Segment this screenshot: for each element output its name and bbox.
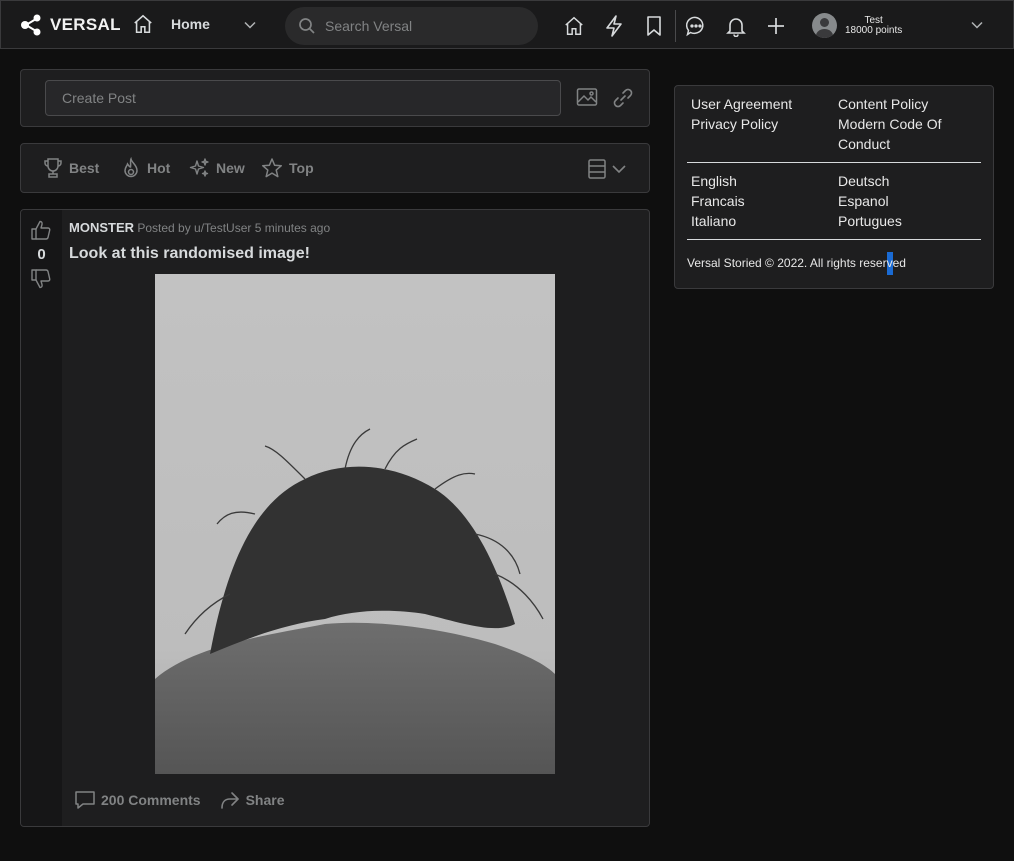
image-icon[interactable] <box>576 87 598 107</box>
privacy-policy-link[interactable]: Privacy Policy <box>691 114 778 134</box>
share-icon <box>219 790 241 810</box>
home-label: Home <box>171 16 210 32</box>
create-post-input[interactable] <box>45 80 561 116</box>
comments-label: 200 Comments <box>101 792 201 808</box>
user-menu[interactable]: Test 18000 points <box>812 13 902 38</box>
avatar <box>812 13 837 38</box>
language-francais[interactable]: Francais <box>691 191 745 211</box>
bookmark-icon[interactable] <box>642 14 666 38</box>
post-community[interactable]: MONSTER <box>69 220 134 235</box>
language-espanol[interactable]: Espanol <box>838 191 889 211</box>
card-layout-icon <box>587 158 607 180</box>
post-image[interactable] <box>155 274 555 774</box>
search-bar[interactable] <box>285 7 538 45</box>
trophy-icon <box>43 157 63 179</box>
post-card: 0 MONSTER Posted by u/TestUser 5 minutes… <box>20 209 650 827</box>
sidebar-divider <box>687 239 981 240</box>
search-icon <box>298 17 316 35</box>
user-agreement-link[interactable]: User Agreement <box>691 94 792 114</box>
comments-button[interactable]: 200 Comments <box>74 790 201 810</box>
search-input[interactable] <box>325 18 525 34</box>
sort-new-label: New <box>216 160 245 176</box>
top-header: VERSAL Home Search Versal Test 18000 poi… <box>0 0 1014 49</box>
sort-hot-label: Hot <box>147 160 171 176</box>
sort-bar: Best Hot New Top <box>20 143 650 193</box>
language-deutsch[interactable]: Deutsch <box>838 171 889 191</box>
lightning-icon[interactable] <box>602 14 626 38</box>
chevron-down-icon <box>243 18 257 32</box>
user-name: Test <box>864 14 883 26</box>
comment-icon <box>74 790 96 810</box>
copyright-text: Versal Storied © 2022. All rights reserv… <box>687 256 906 270</box>
versal-logo-icon <box>20 14 44 36</box>
sort-new[interactable]: New <box>188 157 245 179</box>
modern-code-link[interactable]: Modern Code Of <box>838 114 942 134</box>
sort-hot[interactable]: Hot <box>121 157 170 179</box>
language-italiano[interactable]: Italiano <box>691 211 736 231</box>
vote-count: 0 <box>37 246 46 263</box>
home-icon <box>132 13 154 35</box>
share-label: Share <box>245 792 285 808</box>
bell-icon[interactable] <box>724 14 748 38</box>
create-post-card <box>20 69 650 127</box>
sort-best[interactable]: Best <box>43 157 99 179</box>
layout-dropdown[interactable] <box>587 158 627 180</box>
sidebar-card: User Agreement Content Policy Privacy Po… <box>674 85 994 289</box>
modern-code-link-cont[interactable]: Conduct <box>838 134 890 154</box>
post-time: 5 minutes ago <box>254 221 331 235</box>
logo-text: VERSAL <box>50 15 121 34</box>
sort-top-label: Top <box>289 160 314 176</box>
post-author[interactable]: Posted by u/TestUser <box>137 221 251 235</box>
sort-top[interactable]: Top <box>261 157 314 179</box>
plus-icon[interactable] <box>764 14 788 38</box>
home-dropdown[interactable]: Home <box>132 13 256 35</box>
post-meta: MONSTER Posted by u/TestUser 5 minutes a… <box>69 220 330 235</box>
language-english[interactable]: English <box>691 171 737 191</box>
chevron-down-icon[interactable] <box>970 18 984 32</box>
vote-column: 0 <box>21 210 62 826</box>
home-icon[interactable] <box>562 14 586 38</box>
star-icon <box>261 157 283 179</box>
post-actions: 200 Comments Share <box>74 790 303 810</box>
sparkle-icon <box>188 157 210 179</box>
post-title[interactable]: Look at this randomised image! <box>69 245 310 263</box>
sidebar-divider <box>687 162 981 163</box>
flame-icon <box>121 157 141 179</box>
header-divider <box>675 10 676 42</box>
chat-icon[interactable] <box>684 14 708 38</box>
chevron-down-icon <box>611 162 627 176</box>
thumbs-down-icon[interactable] <box>30 268 52 290</box>
thumbs-up-icon[interactable] <box>30 219 52 241</box>
share-button[interactable]: Share <box>219 790 285 810</box>
link-icon[interactable] <box>612 87 634 109</box>
user-points: 18000 points <box>845 24 903 36</box>
sort-best-label: Best <box>69 160 100 176</box>
content-policy-link[interactable]: Content Policy <box>838 94 928 114</box>
language-portugues[interactable]: Portugues <box>838 211 902 231</box>
logo[interactable]: VERSAL <box>20 14 121 36</box>
